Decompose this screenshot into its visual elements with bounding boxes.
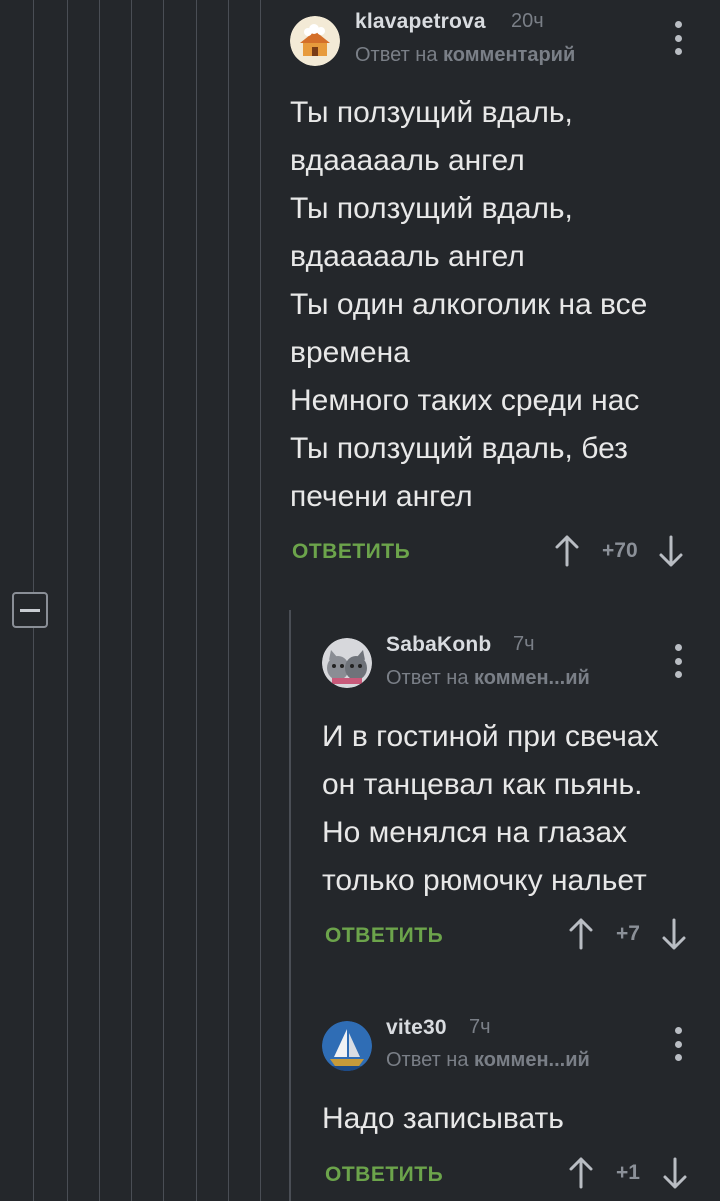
avatar[interactable] (322, 638, 372, 688)
reply-to-link[interactable]: Ответ на коммен...ий (386, 667, 590, 690)
comment: vite30 7ч Ответ на коммен...ий Надо запи… (322, 1003, 720, 1201)
more-options-icon[interactable] (672, 1027, 684, 1061)
reply-to-link[interactable]: Ответ на комментарий (355, 44, 575, 67)
vote-controls: +70 (554, 534, 684, 568)
arrow-down-icon[interactable] (661, 917, 687, 951)
reply-button[interactable]: ОТВЕТИТЬ (292, 540, 410, 564)
vote-controls: +7 (568, 917, 687, 951)
arrow-down-icon[interactable] (658, 534, 684, 568)
arrow-up-icon[interactable] (568, 1156, 594, 1190)
minus-icon (20, 608, 40, 612)
avatar[interactable] (290, 16, 340, 66)
more-options-icon[interactable] (672, 21, 684, 55)
house-avatar-icon (290, 16, 340, 66)
comment-author[interactable]: vite30 (386, 1016, 447, 1040)
cats-avatar-icon (322, 638, 372, 688)
comment: SabaKonb 7ч Ответ на коммен...ий И в гос… (322, 620, 720, 990)
arrow-up-icon[interactable] (568, 917, 594, 951)
comment-author[interactable]: SabaKonb (386, 633, 491, 657)
comment-time: 7ч (469, 1016, 491, 1038)
arrow-down-icon[interactable] (662, 1156, 688, 1190)
collapse-thread-button[interactable] (12, 592, 48, 628)
vote-score: +7 (616, 922, 640, 945)
comment-text: И в гостиной при свечах он танцевал как … (322, 720, 659, 897)
comment: klavapetrova 20ч Ответ на комментарий Ты… (290, 0, 720, 590)
vote-controls: +1 (568, 1156, 688, 1190)
more-options-icon[interactable] (672, 644, 684, 678)
vote-score: +70 (602, 539, 638, 562)
reply-button[interactable]: ОТВЕТИТЬ (325, 924, 443, 948)
avatar[interactable] (322, 1021, 372, 1071)
comment-time: 7ч (513, 633, 535, 655)
vote-score: +1 (616, 1161, 640, 1184)
reply-button[interactable]: ОТВЕТИТЬ (325, 1163, 443, 1187)
comment-author[interactable]: klavapetrova (355, 10, 486, 34)
comment-text: Ты ползущий вдаль, вдаааааль ангел Ты по… (290, 96, 648, 513)
sailboat-avatar-icon (322, 1021, 372, 1071)
reply-thread-line (289, 610, 291, 1201)
comment-time: 20ч (511, 10, 544, 32)
arrow-up-icon[interactable] (554, 534, 580, 568)
comment-text: Надо записывать (322, 1102, 564, 1135)
reply-to-link[interactable]: Ответ на коммен...ий (386, 1049, 590, 1072)
